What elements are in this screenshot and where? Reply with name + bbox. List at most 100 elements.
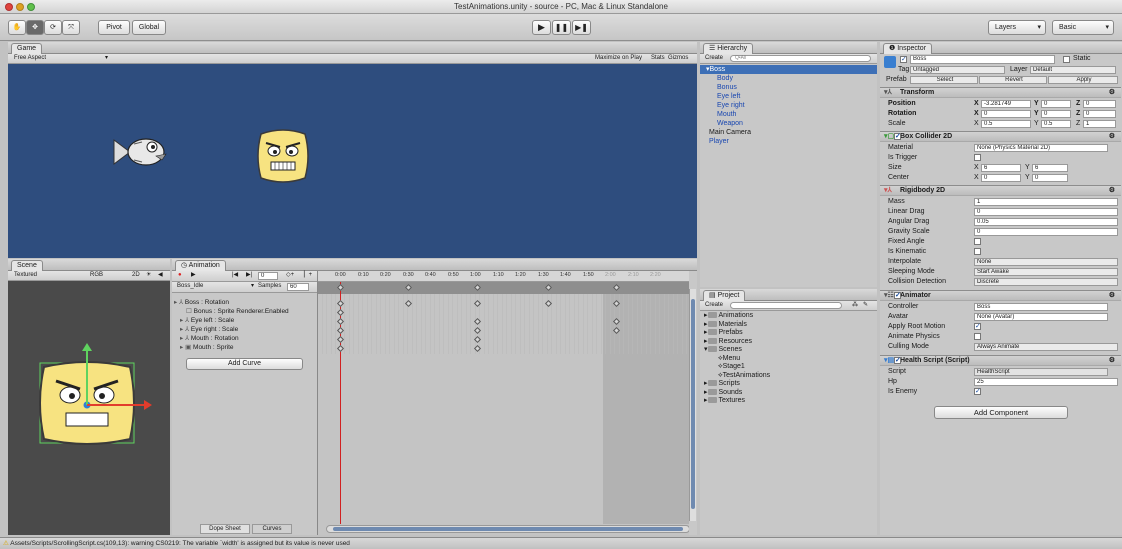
position-y-input[interactable]: 0 xyxy=(1041,100,1071,108)
rotation-x-input[interactable]: 0 xyxy=(981,110,1031,118)
mass-input[interactable]: 1 xyxy=(974,198,1118,206)
gear-icon[interactable]: ⚙ xyxy=(1109,356,1115,366)
prefab-select-button[interactable]: Select xyxy=(910,76,978,84)
global-button[interactable]: Global xyxy=(132,20,166,35)
is-trigger-checkbox[interactable] xyxy=(974,154,981,161)
label-icon[interactable]: ✎ xyxy=(863,301,868,310)
tab-scene[interactable]: Scene xyxy=(11,260,43,271)
project-create-dropdown[interactable]: Create xyxy=(705,301,723,310)
property-mouth-sprite[interactable]: ▸ ▣ Mouth : Sprite xyxy=(180,343,234,351)
layers-dropdown[interactable]: Layers ▾ xyxy=(988,20,1046,35)
culling-mode-dropdown[interactable]: Always Animate xyxy=(974,343,1118,351)
play-icon[interactable]: ▶ xyxy=(191,271,196,280)
gear-icon[interactable]: ⚙ xyxy=(1109,291,1115,301)
timeline-vscrollbar[interactable] xyxy=(689,289,696,521)
move-tool-icon[interactable]: ✥ xyxy=(26,20,44,35)
pivot-button[interactable]: Pivot xyxy=(98,20,130,35)
timeline-hscrollbar[interactable] xyxy=(326,525,689,533)
hierarchy-item-eye-right[interactable]: Eye right xyxy=(706,101,751,110)
static-checkbox[interactable] xyxy=(1063,56,1070,63)
project-item-scripts[interactable]: ▸ Scripts xyxy=(704,380,770,389)
gear-icon[interactable]: ⚙ xyxy=(1109,88,1115,98)
box-collider-enabled-checkbox[interactable]: ✓ xyxy=(894,133,901,140)
project-item-prefabs[interactable]: ▸ Prefabs xyxy=(704,329,770,338)
hierarchy-create-dropdown[interactable]: Create xyxy=(705,54,723,63)
dope-sheet-tab[interactable]: Dope Sheet xyxy=(200,524,250,534)
close-window-button[interactable] xyxy=(5,3,13,11)
hierarchy-search-input[interactable]: Q•All xyxy=(730,55,871,62)
color-mode-dropdown[interactable]: RGB xyxy=(90,271,103,280)
property-bonus-enabled[interactable]: ☐ Bonus : Sprite Renderer.Enabled xyxy=(186,307,289,315)
record-icon[interactable]: ● xyxy=(178,271,182,280)
hierarchy-item-mouth[interactable]: Mouth xyxy=(706,110,751,119)
layout-dropdown[interactable]: Basic ▾ xyxy=(1052,20,1114,35)
prefab-revert-button[interactable]: Revert xyxy=(979,76,1047,84)
project-item-scenes[interactable]: ▾ Scenes xyxy=(704,346,770,355)
hierarchy-item-weapon[interactable]: Weapon xyxy=(706,119,751,128)
scale-z-input[interactable]: 1 xyxy=(1083,120,1116,128)
project-item-testanimations[interactable]: ⟡TestAnimations xyxy=(704,372,770,381)
project-search-input[interactable] xyxy=(730,302,842,309)
transform-header[interactable]: ▾⅄ Transform ⚙ xyxy=(880,87,1121,98)
tab-inspector[interactable]: ❶ Inspector xyxy=(883,43,933,54)
add-keyframe-icon[interactable]: ◇+ xyxy=(286,271,294,280)
hierarchy-item-eye-left[interactable]: Eye left xyxy=(706,92,751,101)
size-y-input[interactable]: 6 xyxy=(1032,164,1068,172)
project-item-sounds[interactable]: ▸ Sounds xyxy=(704,389,770,398)
scale-x-input[interactable]: 0.5 xyxy=(981,120,1031,128)
controller-field[interactable]: Boss xyxy=(974,303,1108,311)
rotation-y-input[interactable]: 0 xyxy=(1041,110,1071,118)
gravity-scale-input[interactable]: 0 xyxy=(974,228,1118,236)
animate-physics-checkbox[interactable] xyxy=(974,333,981,340)
gear-icon[interactable]: ⚙ xyxy=(1109,132,1115,142)
project-item-textures[interactable]: ▸ Textures xyxy=(704,397,770,406)
project-item-menu[interactable]: ⟡Menu xyxy=(704,355,770,364)
property-boss-rotation[interactable]: ▸ ⅄ Boss : Rotation xyxy=(174,298,229,306)
hierarchy-item-boss[interactable]: ▾Boss xyxy=(706,65,751,74)
stats-toggle[interactable]: Stats xyxy=(651,54,665,63)
hierarchy-item-main-camera[interactable]: Main Camera xyxy=(706,128,751,137)
lighting-icon[interactable]: ☀ xyxy=(146,271,151,280)
frame-input[interactable]: 0 xyxy=(258,272,278,280)
center-y-input[interactable]: 0 xyxy=(1032,174,1068,182)
rigidbody-header[interactable]: ▾⅄ Rigidbody 2D ⚙ xyxy=(880,185,1121,196)
project-item-animations[interactable]: ▸ Animations xyxy=(704,312,770,321)
sleeping-mode-dropdown[interactable]: Start Awake xyxy=(974,268,1118,276)
is-kinematic-checkbox[interactable] xyxy=(974,248,981,255)
linear-drag-input[interactable]: 0 xyxy=(974,208,1118,216)
rotate-tool-icon[interactable]: ⟳ xyxy=(44,20,62,35)
tab-animation[interactable]: ◷ Animation xyxy=(175,260,226,271)
next-key-icon[interactable]: ▶| xyxy=(246,271,252,280)
tab-hierarchy[interactable]: ☰ Hierarchy xyxy=(703,43,754,54)
size-x-input[interactable]: 6 xyxy=(981,164,1021,172)
project-item-stage1[interactable]: ⟡Stage1 xyxy=(704,363,770,372)
add-component-button[interactable]: Add Component xyxy=(934,406,1068,419)
shading-dropdown[interactable]: Textured xyxy=(14,271,37,280)
prefab-apply-button[interactable]: Apply xyxy=(1048,76,1118,84)
pause-button[interactable]: ❚❚ xyxy=(552,20,571,35)
prev-key-icon[interactable]: |◀ xyxy=(232,271,238,280)
aspect-dropdown[interactable]: Free Aspect xyxy=(14,54,46,63)
timeline-vscroll-thumb[interactable] xyxy=(691,299,695,509)
position-z-input[interactable]: 0 xyxy=(1083,100,1116,108)
timeline-ruler[interactable]: 0:00 0:10 0:20 0:30 0:40 0:50 1:00 1:10 … xyxy=(318,271,689,282)
timeline-area[interactable]: 0:00 0:10 0:20 0:30 0:40 0:50 1:00 1:10 … xyxy=(317,271,689,535)
property-eye-right-scale[interactable]: ▸ ⅄ Eye right : Scale xyxy=(180,325,238,333)
position-x-input[interactable]: -3.281749 xyxy=(981,100,1031,108)
fixed-angle-checkbox[interactable] xyxy=(974,238,981,245)
interpolate-dropdown[interactable]: None xyxy=(974,258,1118,266)
is-enemy-checkbox[interactable]: ✓ xyxy=(974,388,981,395)
hand-tool-icon[interactable]: ✋ xyxy=(8,20,26,35)
center-x-input[interactable]: 0 xyxy=(981,174,1021,182)
health-script-header[interactable]: ▾▤ ✓ Health Script (Script) ⚙ xyxy=(880,355,1121,366)
scale-tool-icon[interactable]: ⤧ xyxy=(62,20,80,35)
gameobject-active-checkbox[interactable]: ✓ xyxy=(900,56,907,63)
material-field[interactable]: None (Physics Material 2D) xyxy=(974,144,1108,152)
audio-icon[interactable]: ◀ xyxy=(158,271,163,280)
avatar-field[interactable]: None (Avatar) xyxy=(974,313,1108,321)
apply-root-motion-checkbox[interactable]: ✓ xyxy=(974,323,981,330)
filter-icon[interactable]: ⁂ xyxy=(852,301,858,310)
tab-project[interactable]: ▤ Project xyxy=(703,290,746,301)
gear-icon[interactable]: ⚙ xyxy=(1109,186,1115,196)
maximize-on-play-toggle[interactable]: Maximize on Play xyxy=(595,54,642,63)
